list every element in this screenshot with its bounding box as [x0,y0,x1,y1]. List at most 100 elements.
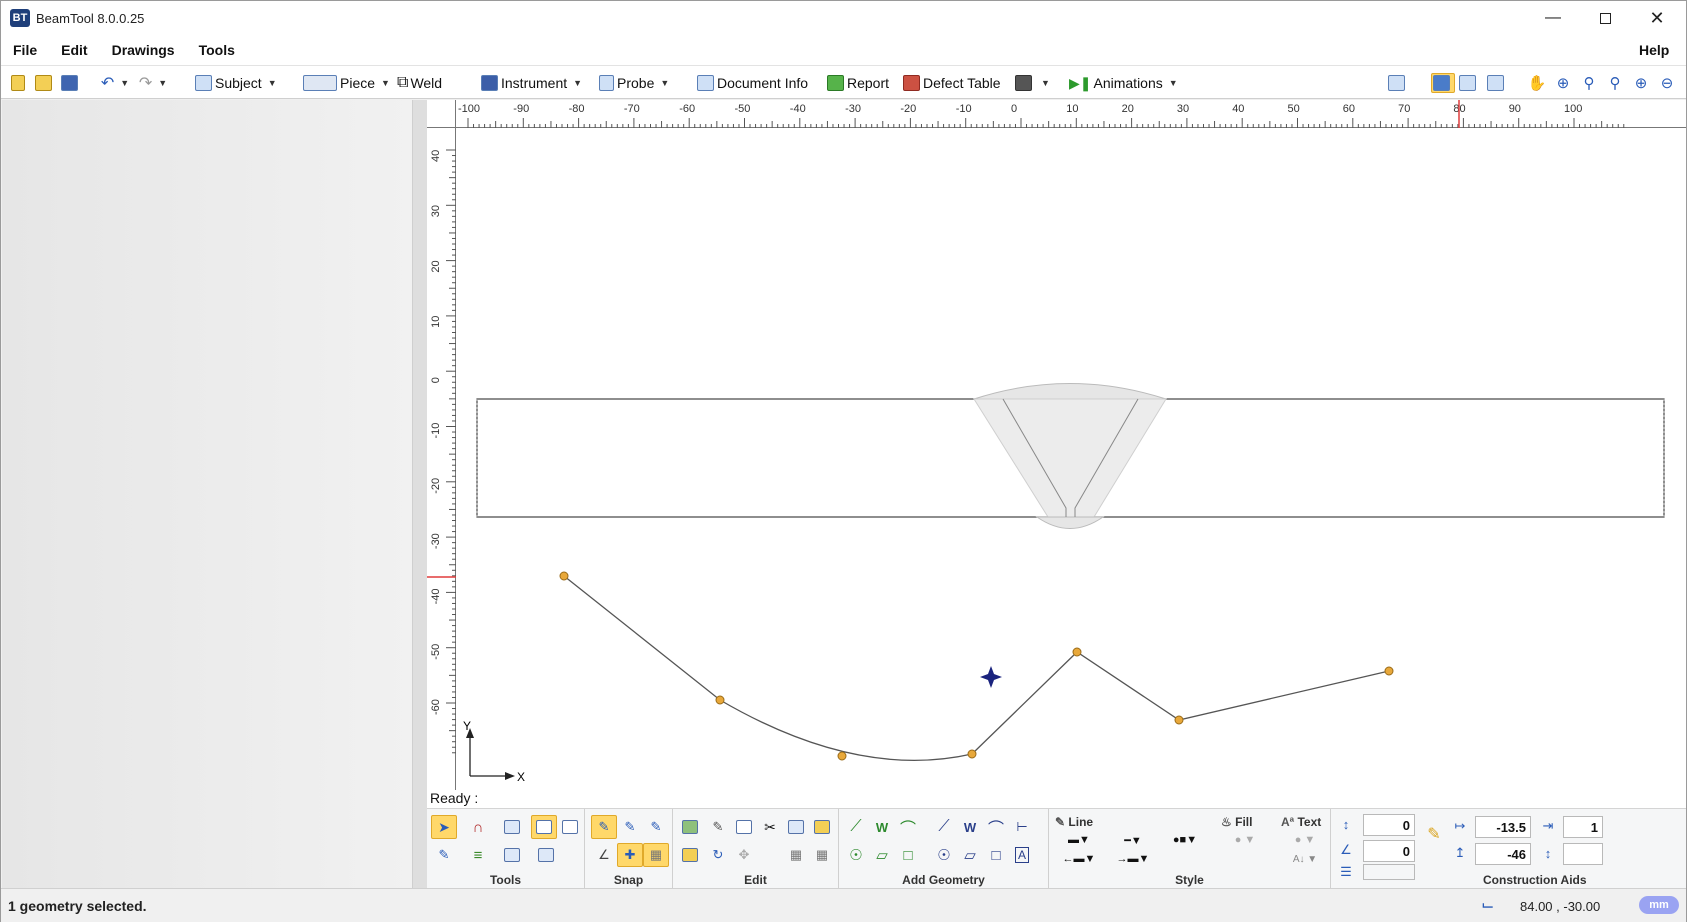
camera-button[interactable]: ▼ [1015,72,1050,94]
vertex-handle[interactable] [837,751,847,761]
snap-nearest-button[interactable]: ✎ [643,815,669,839]
duplicate-button[interactable] [677,843,703,867]
snap-midpoint-button[interactable]: ✎ [617,815,643,839]
magnet-tool-button[interactable]: ∩ [465,815,491,839]
add-circle-button[interactable]: ☉ [843,843,869,867]
menu-edit[interactable]: Edit [49,42,99,58]
add-dimension-button[interactable]: ⊢ [1009,815,1035,839]
grid-angle-field[interactable]: 0 [1363,840,1415,862]
selected-geometry-polyline[interactable] [563,575,1390,762]
measure-tool-button[interactable]: ✎ [431,843,457,867]
instrument-button[interactable]: Instrument ▼ [481,72,582,94]
undo-button[interactable]: ↶ ▼ [101,73,129,93]
vertex-handle[interactable] [1174,715,1184,725]
add-dim-line-button[interactable]: ⟋ [931,815,957,839]
transform-tool-button[interactable] [499,843,525,867]
add-rectangle-button[interactable]: □ [895,843,921,867]
weld-button[interactable]: ⧉ Weld [397,72,442,94]
fill-color-dropdown[interactable]: ● ▼ [1221,832,1269,848]
grid-spacing-button[interactable]: ↕ [1335,813,1357,835]
snap-angle-button[interactable]: ∠ [591,843,617,867]
panel-tool-button[interactable] [557,815,583,839]
add-arc-button[interactable]: ⌒ [895,815,921,839]
text-size-dropdown[interactable]: A↓ ▼ [1281,851,1329,867]
menu-tools[interactable]: Tools [187,42,247,58]
copy-button[interactable] [783,815,809,839]
minimize-button[interactable]: — [1527,1,1579,35]
open-file-button[interactable] [35,73,55,93]
report-button[interactable]: Report [827,72,889,94]
zoom-in-button[interactable]: ⊕ [1631,73,1651,93]
zoom-fit-button[interactable]: ⊕ [1553,73,1573,93]
weld-root[interactable] [1035,516,1105,529]
weld-cap[interactable] [973,383,1167,400]
grid-angle-button[interactable]: ∠ [1335,839,1357,861]
close-button[interactable]: ✕ [1631,1,1683,35]
cut-button[interactable]: ✂ [757,815,783,839]
line-weight-dropdown[interactable]: ▬▼ [1055,832,1103,848]
mirror-button[interactable]: ▦ [783,843,809,867]
zoom-extents-button[interactable]: ⚲ [1605,73,1625,93]
add-polygon-button[interactable]: ▱ [869,843,895,867]
pan-button[interactable]: ✋ [1527,73,1547,93]
menu-file[interactable]: File [1,42,49,58]
line-type-dropdown[interactable]: ━▼ [1109,832,1157,848]
snap-grid-button[interactable]: ▦ [643,843,669,867]
subject-button[interactable]: Subject ▼ [195,72,277,94]
panel-splitter[interactable] [412,100,427,888]
array-button[interactable]: ▦ [809,843,835,867]
paste-button[interactable] [809,815,835,839]
document-info-button[interactable]: Document Info [697,72,808,94]
drawing-canvas[interactable]: Y X [427,100,1686,790]
vertex-handle[interactable] [1072,647,1082,657]
line-color-dropdown[interactable]: ●■▼ [1161,832,1209,848]
view-tool-button[interactable] [499,815,525,839]
add-dim-polygon-button[interactable]: ▱ [957,843,983,867]
erase-button[interactable]: ✎ [705,815,731,839]
height-field[interactable] [1563,843,1603,865]
x-offset-field[interactable]: -13.5 [1475,816,1531,838]
text-color-dropdown[interactable]: ● ▼ [1281,832,1329,848]
new-file-button[interactable] [9,73,29,93]
pencil-button[interactable]: ✎ [1423,823,1445,845]
animations-button[interactable]: ▶❚ Animations ▼ [1069,72,1178,94]
zoom-window-button[interactable]: ⚲ [1579,73,1599,93]
line-start-dropdown[interactable]: ←▬▼ [1055,851,1103,867]
piece-button[interactable]: Piece ▼ [303,72,390,94]
origin-icon[interactable]: ⌙ [1481,895,1494,915]
add-dim-circle-button[interactable]: ☉ [931,843,957,867]
select-tool-button[interactable]: ➤ [431,815,457,839]
maximize-button[interactable] [1579,1,1631,35]
zoom-out-button[interactable]: ⊖ [1657,73,1677,93]
defect-table-button[interactable]: Defect Table [903,72,1001,94]
vertex-handle[interactable] [715,695,725,705]
rotate-button[interactable]: ↻ [705,843,731,867]
grid-spacing-field[interactable]: 0 [1363,814,1415,836]
add-line-button[interactable]: ⟋ [843,815,869,839]
move-button[interactable]: ✥ [731,843,757,867]
properties-tool-button[interactable] [533,843,559,867]
save-button[interactable] [61,73,81,93]
add-text-box-button[interactable]: A [1009,843,1035,867]
add-dim-rectangle-button[interactable]: □ [983,843,1009,867]
menu-help[interactable]: Help [1627,42,1681,58]
menu-drawings[interactable]: Drawings [100,42,187,58]
vertex-handle[interactable] [559,571,569,581]
group-button[interactable] [677,815,703,839]
probe-button[interactable]: Probe ▼ [599,72,669,94]
y-offset-field[interactable]: -46 [1475,843,1531,865]
dimension-tool-button[interactable] [531,815,557,839]
width-field[interactable]: 1 [1563,816,1603,838]
unit-badge[interactable]: mm [1639,896,1679,914]
view-side-button[interactable] [1487,73,1507,93]
line-end-dropdown[interactable]: →▬▼ [1109,851,1157,867]
add-polyline-button[interactable]: W [869,815,895,839]
snap-intersection-button[interactable]: ✚ [617,843,643,867]
add-dim-arc-button[interactable]: ⌒ [983,815,1009,839]
add-dim-polyline-button[interactable]: W [957,815,983,839]
weld-body[interactable] [973,398,1167,518]
vertex-handle[interactable] [1384,666,1394,676]
view-top-button[interactable] [1459,73,1479,93]
insert-button[interactable] [731,815,757,839]
vertex-handle[interactable] [967,749,977,759]
